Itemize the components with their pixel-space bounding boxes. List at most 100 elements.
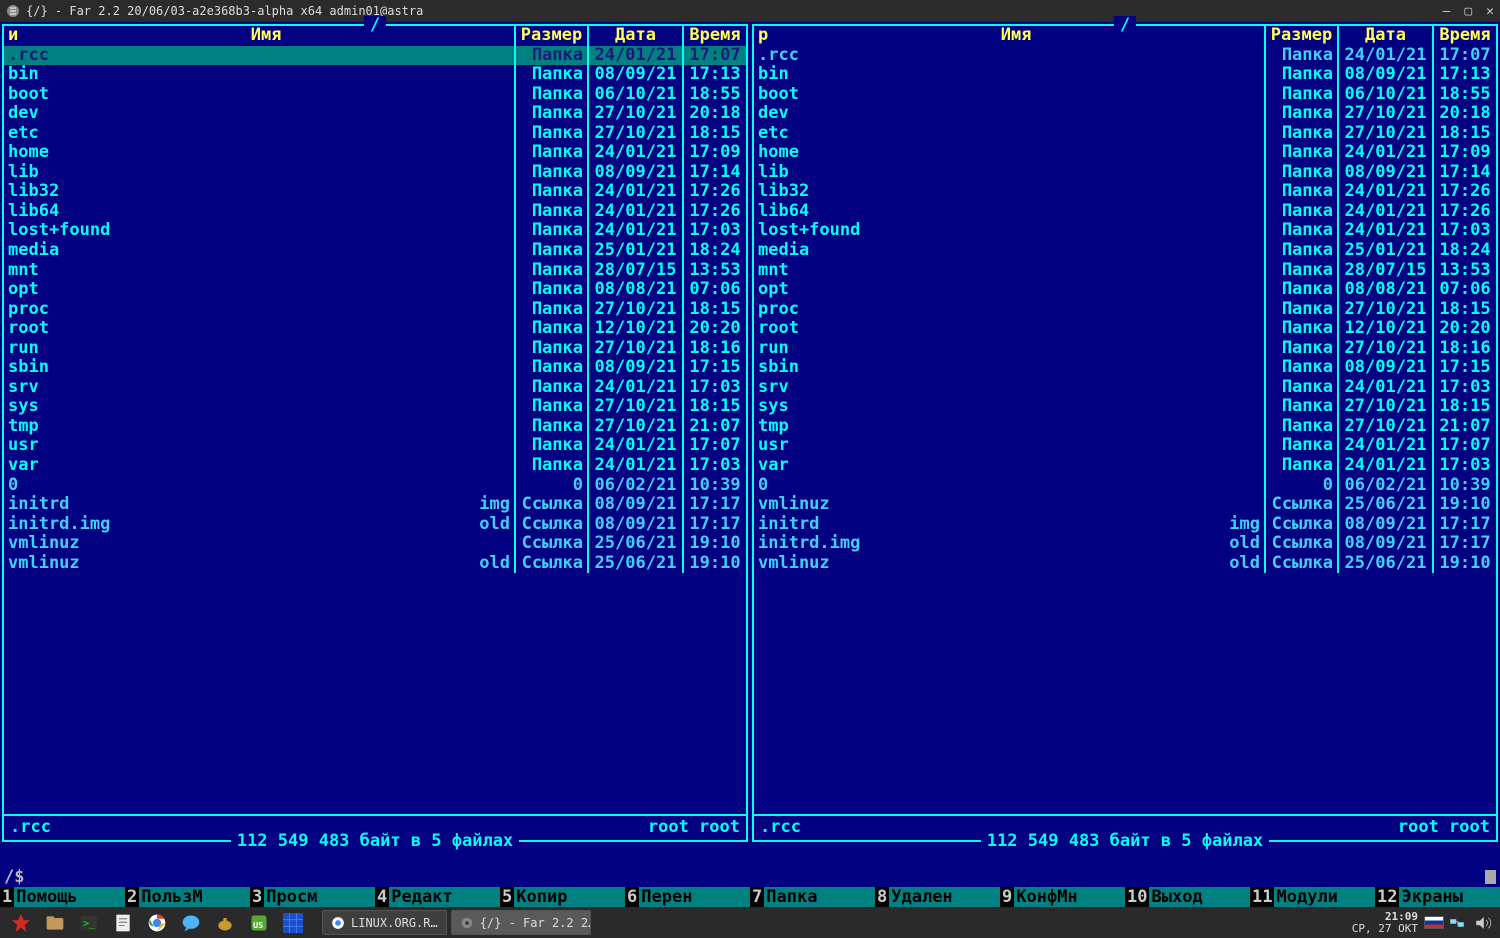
file-row[interactable]: sysПапка27/10/2118:15 — [754, 397, 1496, 417]
terminal-icon[interactable]: >_ — [77, 911, 101, 935]
task-button[interactable]: {/} - Far 2.2 2… — [451, 910, 591, 935]
start-menu-icon[interactable] — [9, 911, 33, 935]
left-panel-path[interactable]: / — [364, 16, 386, 36]
fkey-10[interactable]: 10Выход — [1125, 887, 1250, 907]
fkey-6[interactable]: 6Перен — [625, 887, 750, 907]
file-row[interactable]: sbinПапка08/09/2117:15 — [754, 358, 1496, 378]
dosbox-icon[interactable]: US — [247, 911, 271, 935]
file-row[interactable]: lost+foundПапка24/01/2117:03 — [4, 221, 746, 241]
file-row[interactable]: runПапка27/10/2118:16 — [4, 339, 746, 359]
file-row[interactable]: etcПапка27/10/2118:15 — [4, 124, 746, 144]
col-name-header[interactable]: Имя — [768, 26, 1264, 46]
file-row[interactable]: lib64Папка24/01/2117:26 — [754, 202, 1496, 222]
fkey-11[interactable]: 11Модули — [1250, 887, 1375, 907]
file-row[interactable]: initrd.imgoldСсылка08/09/2117:17 — [4, 515, 746, 535]
file-row[interactable]: usrПапка24/01/2117:07 — [754, 436, 1496, 456]
fkey-4[interactable]: 4Редакт — [375, 887, 500, 907]
file-row[interactable]: lib64Папка24/01/2117:26 — [4, 202, 746, 222]
left-panel[interactable]: / иИмя Размер Дата Время .rccПапка24/01/… — [2, 24, 748, 842]
file-row[interactable]: sysПапка27/10/2118:15 — [4, 397, 746, 417]
fkey-1[interactable]: 1Помощь — [0, 887, 125, 907]
keyboard-layout-ru-icon[interactable] — [1424, 916, 1444, 929]
file-row[interactable]: devПапка27/10/2120:18 — [754, 104, 1496, 124]
fkey-12[interactable]: 12Экраны — [1375, 887, 1500, 907]
blue-grid-icon[interactable] — [281, 911, 305, 935]
file-row[interactable]: .rccПапка24/01/2117:07 — [754, 46, 1496, 66]
file-row[interactable]: procПапка27/10/2118:15 — [754, 300, 1496, 320]
fkey-9[interactable]: 9КонфМн — [1000, 887, 1125, 907]
file-row[interactable]: initrdimgСсылка08/09/2117:17 — [754, 515, 1496, 535]
minimize-button[interactable]: — — [1443, 4, 1451, 19]
right-panel[interactable]: / рИмя Размер Дата Время .rccПапка24/01/… — [752, 24, 1498, 842]
file-row[interactable]: srvПапка24/01/2117:03 — [754, 378, 1496, 398]
maximize-button[interactable]: ▢ — [1464, 4, 1472, 19]
volume-tray-icon[interactable] — [1474, 914, 1492, 932]
file-row[interactable]: homeПапка24/01/2117:09 — [754, 143, 1496, 163]
file-row[interactable]: binПапка08/09/2117:13 — [4, 65, 746, 85]
sort-indicator[interactable]: и — [4, 26, 18, 46]
editor-icon[interactable] — [111, 911, 135, 935]
file-row[interactable]: rootПапка12/10/2120:20 — [754, 319, 1496, 339]
file-row[interactable]: libПапка08/09/2117:14 — [4, 163, 746, 183]
file-row[interactable]: mediaПапка25/01/2118:24 — [4, 241, 746, 261]
file-row[interactable]: 0006/02/2110:39 — [4, 476, 746, 496]
file-row[interactable]: lost+foundПапка24/01/2117:03 — [754, 221, 1496, 241]
taskbar-clock[interactable]: 21:09 СР, 27 ОКТ — [1352, 911, 1424, 935]
fkey-5[interactable]: 5Копир — [500, 887, 625, 907]
file-row[interactable]: sbinПапка08/09/2117:15 — [4, 358, 746, 378]
col-date-header[interactable]: Дата — [589, 26, 684, 46]
chat-icon[interactable] — [179, 911, 203, 935]
col-name-header[interactable]: Имя — [18, 26, 514, 46]
file-row[interactable]: tmpПапка27/10/2121:07 — [4, 417, 746, 437]
command-line[interactable]: /$ — [0, 866, 1500, 887]
file-row[interactable]: binПапка08/09/2117:13 — [754, 65, 1496, 85]
file-row[interactable]: bootПапка06/10/2118:55 — [4, 85, 746, 105]
file-row[interactable]: tmpПапка27/10/2121:07 — [754, 417, 1496, 437]
fkey-3[interactable]: 3Просм — [250, 887, 375, 907]
file-row[interactable]: procПапка27/10/2118:15 — [4, 300, 746, 320]
task-button[interactable]: LINUX.ORG.R… — [322, 910, 447, 935]
file-row[interactable]: lib32Папка24/01/2117:26 — [4, 182, 746, 202]
file-row[interactable]: runПапка27/10/2118:16 — [754, 339, 1496, 359]
file-row[interactable]: vmlinuzoldСсылка25/06/2119:10 — [4, 554, 746, 574]
file-row[interactable]: optПапка08/08/2107:06 — [754, 280, 1496, 300]
file-row[interactable]: vmlinuzoldСсылка25/06/2119:10 — [754, 554, 1496, 574]
file-row[interactable]: optПапка08/08/2107:06 — [4, 280, 746, 300]
col-size-header[interactable]: Размер — [1266, 26, 1339, 46]
file-row[interactable]: lib32Папка24/01/2117:26 — [754, 182, 1496, 202]
file-row[interactable]: srvПапка24/01/2117:03 — [4, 378, 746, 398]
file-row[interactable]: rootПапка12/10/2120:20 — [4, 319, 746, 339]
file-row[interactable]: homeПапка24/01/2117:09 — [4, 143, 746, 163]
file-row[interactable]: devПапка27/10/2120:18 — [4, 104, 746, 124]
fkey-7[interactable]: 7Папка — [750, 887, 875, 907]
file-row[interactable]: initrd.imgoldСсылка08/09/2117:17 — [754, 534, 1496, 554]
file-row[interactable]: 0006/02/2110:39 — [754, 476, 1496, 496]
col-date-header[interactable]: Дата — [1339, 26, 1434, 46]
file-row[interactable]: usrПапка24/01/2117:07 — [4, 436, 746, 456]
chrome-icon[interactable] — [145, 911, 169, 935]
file-manager-icon[interactable] — [43, 911, 67, 935]
file-row[interactable]: etcПапка27/10/2118:15 — [754, 124, 1496, 144]
file-row[interactable]: mntПапка28/07/1513:53 — [4, 261, 746, 281]
file-row[interactable]: initrdimgСсылка08/09/2117:17 — [4, 495, 746, 515]
file-row[interactable]: mntПапка28/07/1513:53 — [754, 261, 1496, 281]
file-row[interactable]: vmlinuzСсылка25/06/2119:10 — [4, 534, 746, 554]
sort-indicator[interactable]: р — [754, 26, 768, 46]
file-row[interactable]: mediaПапка25/01/2118:24 — [754, 241, 1496, 261]
teapot-icon[interactable] — [213, 911, 237, 935]
col-size-header[interactable]: Размер — [516, 26, 589, 46]
fkey-2[interactable]: 2ПользМ — [125, 887, 250, 907]
close-button[interactable]: ✕ — [1486, 4, 1494, 19]
desktop-taskbar[interactable]: >_ US LINUX.ORG.R…{/} - Far 2.2 2… 21:09… — [0, 907, 1500, 938]
file-row[interactable]: varПапка24/01/2117:03 — [754, 456, 1496, 476]
file-row[interactable]: libПапка08/09/2117:14 — [754, 163, 1496, 183]
file-row[interactable]: varПапка24/01/2117:03 — [4, 456, 746, 476]
file-row[interactable]: vmlinuzСсылка25/06/2119:10 — [754, 495, 1496, 515]
right-panel-path[interactable]: / — [1114, 16, 1136, 36]
file-row[interactable]: bootПапка06/10/2118:55 — [754, 85, 1496, 105]
fkey-8[interactable]: 8Удален — [875, 887, 1000, 907]
file-row[interactable]: .rccПапка24/01/2117:07 — [4, 46, 746, 66]
col-time-header[interactable]: Время — [684, 26, 746, 46]
network-tray-icon[interactable] — [1448, 914, 1466, 932]
col-time-header[interactable]: Время — [1434, 26, 1496, 46]
